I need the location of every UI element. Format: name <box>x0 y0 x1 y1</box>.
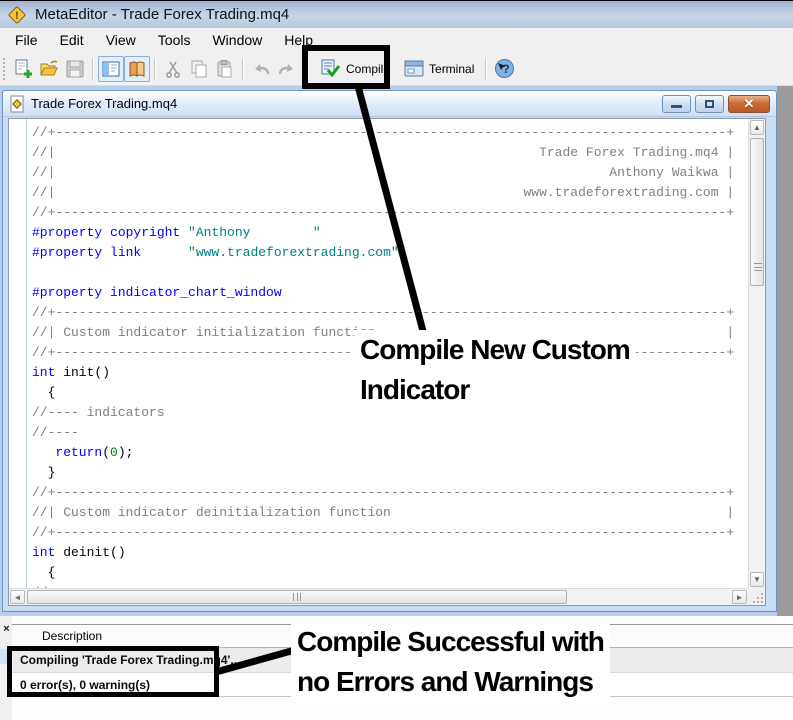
help-icon: ? <box>494 58 515 79</box>
metaeditor-window: ! MetaEditor - Trade Forex Trading.mq4 F… <box>0 0 793 720</box>
scissors-icon <box>164 60 182 78</box>
terminal-button-label: Terminal <box>429 62 474 76</box>
toolbar-grip <box>3 58 7 80</box>
annotation-line: Compile Successful with <box>297 622 604 662</box>
thumb-grip <box>754 263 762 271</box>
code-line: //| Anthony Waikwa | <box>9 163 748 183</box>
redo-button[interactable] <box>274 56 300 82</box>
minimize-icon <box>671 105 682 108</box>
annotation-line: no Errors and Warnings <box>297 662 604 702</box>
open-file-button[interactable] <box>36 56 62 82</box>
code-line: //+-------------------------------------… <box>9 203 748 223</box>
menu-tools[interactable]: Tools <box>147 29 202 51</box>
terminal-icon <box>404 60 424 77</box>
close-icon: ✕ <box>744 96 755 112</box>
up-arrow-icon: ▲ <box>753 123 761 132</box>
code-line: #property indicator_chart_window <box>9 283 748 303</box>
toolbar: Compile Terminal ? <box>0 52 793 86</box>
copy-button[interactable] <box>186 56 212 82</box>
svg-text:?: ? <box>502 62 509 76</box>
help-button[interactable]: ? <box>491 56 517 82</box>
code-line: //+-------------------------------------… <box>9 123 748 143</box>
mq4-file-icon <box>9 95 25 113</box>
toolbar-separator <box>92 58 94 80</box>
editor-title: Trade Forex Trading.mq4 <box>31 96 658 111</box>
toggle-dictionary-button[interactable] <box>124 56 150 82</box>
mdi-right-edge <box>777 86 793 616</box>
close-button[interactable]: ✕ <box>728 95 770 113</box>
restore-icon <box>705 100 714 108</box>
code-line: //+-------------------------------------… <box>9 303 748 323</box>
menu-view[interactable]: View <box>95 29 147 51</box>
code-line: //+-------------------------------------… <box>9 483 748 503</box>
copy-icon <box>190 60 208 78</box>
down-arrow-icon: ▼ <box>753 575 761 584</box>
scroll-down-button[interactable]: ▼ <box>750 572 764 587</box>
paste-icon <box>216 60 234 78</box>
left-arrow-icon: ◄ <box>14 593 22 602</box>
code-line: return(0); <box>9 443 748 463</box>
app-title: MetaEditor - Trade Forex Trading.mq4 <box>35 6 289 23</box>
toolbar-separator <box>154 58 156 80</box>
annotation-line: Compile New Custom <box>360 330 630 370</box>
redo-arrow-icon <box>277 61 297 77</box>
result-highlight-box <box>7 646 219 697</box>
minimize-button[interactable] <box>662 95 691 113</box>
annotation-success-note: Compile Successful with no Errors and Wa… <box>291 622 610 702</box>
book-icon <box>128 60 146 78</box>
save-button[interactable] <box>62 56 88 82</box>
annotation-line: Indicator <box>360 370 630 410</box>
code-line: int deinit() <box>9 543 748 563</box>
compile-highlight-box <box>302 45 390 89</box>
code-line: //| Custom indicator deinitialization fu… <box>9 503 748 523</box>
restore-button[interactable] <box>695 95 724 113</box>
code-line: { <box>9 563 748 583</box>
code-line <box>9 263 748 283</box>
scroll-right-button[interactable]: ► <box>732 590 747 604</box>
scroll-left-button[interactable]: ◄ <box>10 590 25 604</box>
code-line: //| Trade Forex Trading.mq4 | <box>9 143 748 163</box>
code-line: #property link "www.tradeforextrading.co… <box>9 243 748 263</box>
resize-grip-icon <box>752 592 764 604</box>
toggle-navigator-button[interactable] <box>98 56 124 82</box>
new-file-button[interactable] <box>10 56 36 82</box>
editor-title-bar[interactable]: Trade Forex Trading.mq4 ✕ <box>3 91 776 117</box>
undo-arrow-icon <box>251 61 271 77</box>
resize-grip[interactable] <box>748 588 765 605</box>
paste-button[interactable] <box>212 56 238 82</box>
undo-button[interactable] <box>248 56 274 82</box>
vertical-scroll-thumb[interactable] <box>750 138 764 286</box>
svg-text:!: ! <box>15 10 19 22</box>
code-line: //---- <box>9 423 748 443</box>
toolbar-separator <box>242 58 244 80</box>
annotation-compile-note: Compile New Custom Indicator <box>354 330 636 410</box>
horizontal-scrollbar[interactable]: ◄ ► <box>9 588 748 605</box>
metaeditor-logo-icon: ! <box>7 5 27 25</box>
app-title-bar[interactable]: ! MetaEditor - Trade Forex Trading.mq4 <box>0 0 793 28</box>
toolbar-separator <box>485 58 487 80</box>
terminal-button[interactable]: Terminal <box>397 57 481 80</box>
code-line: //+-------------------------------------… <box>9 523 748 543</box>
save-icon <box>66 60 84 78</box>
new-file-icon <box>13 59 33 79</box>
menu-window[interactable]: Window <box>201 29 273 51</box>
code-line: } <box>9 463 748 483</box>
horizontal-scroll-thumb[interactable] <box>27 590 567 604</box>
menu-edit[interactable]: Edit <box>49 29 95 51</box>
thumb-grip <box>293 593 301 601</box>
menu-file[interactable]: File <box>4 29 49 51</box>
right-arrow-icon: ► <box>736 593 744 602</box>
vertical-scrollbar[interactable]: ▲ ▼ <box>748 119 765 588</box>
description-header-label: Description <box>42 629 102 643</box>
open-folder-icon <box>39 59 59 79</box>
editor-margin-line <box>26 119 27 605</box>
cut-button[interactable] <box>160 56 186 82</box>
panel-close-button[interactable]: × <box>1 624 12 636</box>
navigator-panel-icon <box>102 61 120 77</box>
menu-bar: FileEditViewToolsWindowHelp <box>0 28 793 52</box>
code-line: //| www.tradeforextrading.com | <box>9 183 748 203</box>
code-line: #property copyright "Anthony " <box>9 223 748 243</box>
scroll-up-button[interactable]: ▲ <box>750 120 764 135</box>
